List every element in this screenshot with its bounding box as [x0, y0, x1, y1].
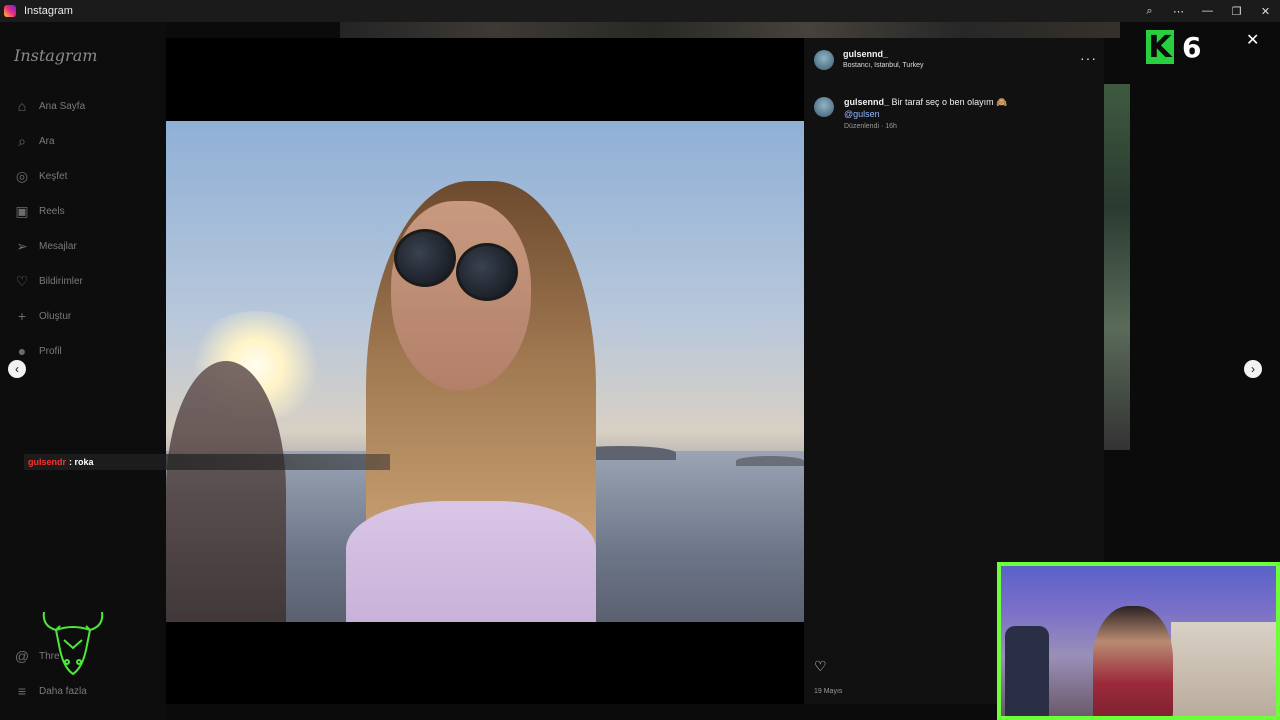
- home-icon: ⌂: [17, 98, 27, 114]
- post-location[interactable]: Bostancı, Istanbul, Turkey: [843, 62, 924, 69]
- next-post-button[interactable]: ›: [1244, 360, 1262, 378]
- post-date: 19 Mayıs: [814, 688, 843, 695]
- sidebar-item-home[interactable]: ⌂ Ana Sayfa: [14, 96, 85, 116]
- heart-icon: ♡: [15, 272, 29, 289]
- photo-shoulder: [166, 361, 286, 622]
- compass-icon: ◎: [15, 167, 29, 184]
- brand-number: 6: [1182, 30, 1202, 64]
- brand-letter: K: [1146, 30, 1174, 65]
- sidebar-item-label: Ana Sayfa: [39, 100, 86, 112]
- sidebar-item-messages[interactable]: ➢ Mesajlar: [14, 236, 77, 256]
- caption-text: Bir taraf seç o ben olayım 🙈: [891, 97, 1008, 107]
- search-icon: ⌕: [18, 132, 26, 149]
- instagram-logo[interactable]: Instagram: [14, 46, 97, 65]
- photo-shirt: [346, 501, 596, 622]
- more-options-button[interactable]: ···: [1080, 50, 1097, 66]
- menu-icon: ≡: [17, 683, 27, 699]
- bull-logo-icon: [42, 611, 104, 675]
- window-controls: ⌕ ⋯ — ❐ ✕: [1135, 0, 1280, 22]
- chevron-left-icon: ‹: [15, 362, 19, 376]
- sidebar-item-label: Reels: [39, 205, 65, 217]
- sidebar-item-label: Bildirimler: [39, 275, 83, 287]
- sidebar-item-label: Keşfet: [39, 170, 68, 182]
- like-button[interactable]: ♡: [814, 658, 827, 675]
- webcam-person: [1093, 606, 1173, 716]
- background-feed-strip: [340, 22, 1120, 38]
- instagram-app-icon: [4, 5, 16, 17]
- search-icon[interactable]: ⌕: [1135, 0, 1164, 22]
- chat-text: : roka: [69, 457, 94, 467]
- heart-icon: ♡: [814, 658, 827, 674]
- close-icon[interactable]: ✕: [1251, 0, 1280, 22]
- threads-icon: @: [14, 648, 30, 664]
- ellipsis-icon: ···: [1080, 50, 1097, 66]
- sunglasses-lens: [456, 243, 518, 301]
- sidebar-item-search[interactable]: ⌕ Ara: [14, 131, 55, 151]
- minimize-icon[interactable]: —: [1193, 0, 1222, 22]
- sidebar-item-notifications[interactable]: ♡ Bildirimler: [14, 271, 83, 291]
- restore-icon[interactable]: ❐: [1222, 0, 1251, 22]
- reels-icon: ▣: [15, 202, 29, 219]
- stream-chat-message: gulsendr : roka: [24, 454, 390, 470]
- window-title: Instagram: [24, 5, 73, 17]
- sidebar-item-label: Oluştur: [39, 310, 72, 322]
- plus-icon: +: [17, 308, 27, 324]
- close-icon: ✕: [1246, 32, 1260, 49]
- sidebar-item-label: Ara: [39, 135, 55, 147]
- sidebar-item-label: Mesajlar: [39, 240, 77, 252]
- photo-hill: [736, 456, 804, 466]
- profile-icon: ●: [17, 343, 27, 359]
- webcam-chair: [1005, 626, 1049, 716]
- avatar[interactable]: [814, 97, 834, 117]
- streamer-badge: K 6: [1146, 30, 1202, 65]
- avatar[interactable]: [814, 50, 834, 70]
- edited-meta: Düzenlendi · 16h: [844, 123, 897, 130]
- sidebar-item-create[interactable]: + Oluştur: [14, 306, 71, 326]
- chevron-right-icon: ›: [1251, 362, 1255, 376]
- streamer-webcam: [997, 562, 1280, 720]
- sunglasses-lens: [394, 229, 456, 287]
- messenger-icon: ➢: [16, 237, 28, 254]
- sidebar-item-more[interactable]: ≡ Daha fazla: [14, 681, 87, 701]
- close-post-button[interactable]: ✕: [1246, 30, 1259, 50]
- photo-face: [391, 201, 531, 391]
- chat-username: gulsendr: [28, 457, 67, 467]
- sidebar-item-reels[interactable]: ▣ Reels: [14, 201, 65, 221]
- sidebar-item-explore[interactable]: ◎ Keşfet: [14, 166, 67, 186]
- post-caption: gulsennd_ Bir taraf seç o ben olayım 🙈: [844, 97, 1007, 108]
- window-titlebar: Instagram ⌕ ⋯ — ❐ ✕: [0, 0, 1280, 22]
- caption-mention[interactable]: @gulsen: [844, 109, 880, 119]
- webcam-sofa: [1171, 622, 1276, 716]
- more-icon[interactable]: ⋯: [1164, 0, 1193, 22]
- caption-username[interactable]: gulsennd_: [844, 97, 889, 107]
- post-username[interactable]: gulsennd_: [843, 49, 888, 59]
- background-next-post: [1104, 84, 1130, 450]
- post-photo[interactable]: [166, 121, 804, 622]
- previous-post-button[interactable]: ‹: [8, 360, 26, 378]
- sidebar-item-label: Profil: [39, 345, 62, 357]
- sidebar-item-profile[interactable]: ● Profil: [14, 341, 62, 361]
- sidebar-item-label: Daha fazla: [39, 685, 87, 697]
